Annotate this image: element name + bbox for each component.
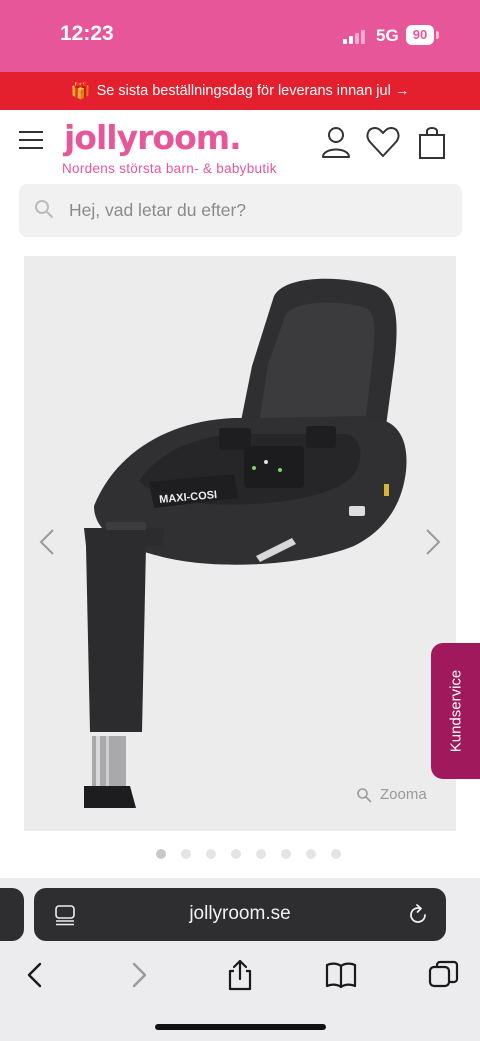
carousel-dot[interactable] [231, 849, 241, 859]
product-image[interactable]: MAXI-COSI [24, 256, 456, 831]
zoom-label: Zooma [380, 786, 427, 803]
status-time: 12:23 [60, 22, 114, 45]
home-indicator [155, 1024, 326, 1030]
zoom-button[interactable]: Zooma [356, 786, 427, 803]
carousel-dot[interactable] [281, 849, 291, 859]
share-icon[interactable] [223, 958, 257, 992]
tabs-icon[interactable] [426, 958, 460, 992]
magnifier-icon [357, 787, 372, 802]
search-box[interactable] [19, 184, 462, 237]
status-bar: 12:23 5G 90 [0, 0, 480, 72]
address-bar[interactable]: jollyroom.se [34, 888, 446, 941]
account-icon[interactable] [318, 124, 354, 160]
search-icon [35, 200, 53, 218]
carousel-dot[interactable] [331, 849, 341, 859]
next-image-chevron-icon[interactable] [424, 528, 442, 556]
signal-icon [343, 30, 369, 44]
site-logo[interactable]: jollyroom. [64, 118, 242, 157]
bookmarks-book-icon[interactable] [324, 958, 358, 992]
forward-chevron-icon[interactable] [122, 958, 156, 992]
gift-icon: 🎁 [70, 83, 91, 100]
carousel-dot[interactable] [256, 849, 266, 859]
kundservice-label: Kundservice [447, 669, 464, 753]
carousel-dot[interactable] [156, 849, 166, 859]
carousel-dots [156, 849, 341, 859]
product-image-gallery[interactable]: MAXI-COSI [24, 256, 456, 831]
kundservice-tab[interactable]: Kundservice [431, 643, 480, 779]
cart-bag-icon[interactable] [414, 124, 450, 160]
promo-text: Se sista beställningsdag för leverans in… [96, 83, 410, 99]
carousel-dot[interactable] [206, 849, 216, 859]
back-chevron-icon[interactable] [18, 958, 52, 992]
search-input[interactable] [69, 184, 449, 237]
reload-icon[interactable] [406, 903, 430, 927]
carousel-dot[interactable] [306, 849, 316, 859]
promo-banner[interactable]: 🎁 Se sista beställningsdag för leverans … [0, 72, 480, 110]
battery-cap [436, 31, 439, 39]
site-tagline: Nordens största barn- & babybutik [62, 161, 277, 176]
prev-image-chevron-icon[interactable] [38, 528, 56, 556]
network-type: 5G [376, 26, 399, 45]
wishlist-heart-icon[interactable] [365, 124, 401, 160]
url-text: jollyroom.se [189, 903, 291, 924]
menu-icon[interactable] [19, 131, 43, 149]
previous-tab-stub[interactable] [0, 888, 24, 941]
carousel-dot[interactable] [181, 849, 191, 859]
battery-icon: 90 [406, 25, 434, 45]
